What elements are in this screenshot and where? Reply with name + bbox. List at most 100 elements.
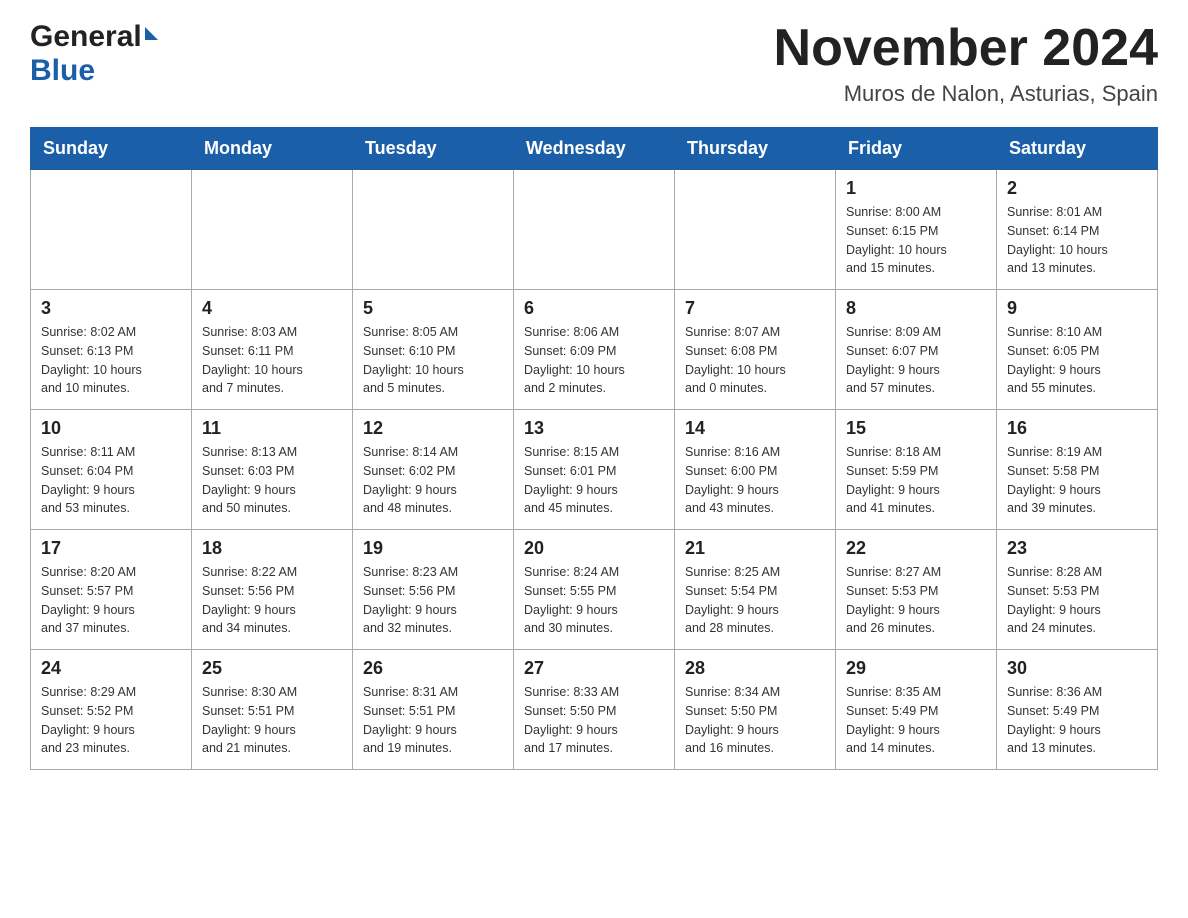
calendar-cell: 19 Sunrise: 8:23 AMSunset: 5:56 PMDayligh… [353,530,514,650]
day-number: 21 [685,538,825,559]
day-number: 20 [524,538,664,559]
weekday-header-row: SundayMondayTuesdayWednesdayThursdayFrid… [31,128,1158,170]
day-number: 8 [846,298,986,319]
logo: General Blue [30,20,158,88]
week-row-4: 17 Sunrise: 8:20 AMSunset: 5:57 PMDayligh… [31,530,1158,650]
calendar-cell: 29 Sunrise: 8:35 AMSunset: 5:49 PMDayligh… [836,650,997,770]
weekday-header-tuesday: Tuesday [353,128,514,170]
day-info: Sunrise: 8:28 AMSunset: 5:53 PMDaylight:… [1007,563,1147,638]
day-info: Sunrise: 8:23 AMSunset: 5:56 PMDaylight:… [363,563,503,638]
day-number: 9 [1007,298,1147,319]
weekday-header-wednesday: Wednesday [514,128,675,170]
day-info: Sunrise: 8:35 AMSunset: 5:49 PMDaylight:… [846,683,986,758]
calendar-cell: 24 Sunrise: 8:29 AMSunset: 5:52 PMDayligh… [31,650,192,770]
day-info: Sunrise: 8:13 AMSunset: 6:03 PMDaylight:… [202,443,342,518]
day-number: 3 [41,298,181,319]
location-text: Muros de Nalon, Asturias, Spain [774,81,1158,107]
calendar-cell: 14 Sunrise: 8:16 AMSunset: 6:00 PMDayligh… [675,410,836,530]
day-number: 6 [524,298,664,319]
day-info: Sunrise: 8:06 AMSunset: 6:09 PMDaylight:… [524,323,664,398]
day-info: Sunrise: 8:16 AMSunset: 6:00 PMDaylight:… [685,443,825,518]
calendar-cell: 7Sunrise: 8:07 AMSunset: 6:08 PMDaylight… [675,290,836,410]
calendar-cell: 30 Sunrise: 8:36 AMSunset: 5:49 PMDayligh… [997,650,1158,770]
day-number: 25 [202,658,342,679]
calendar-cell: 23 Sunrise: 8:28 AMSunset: 5:53 PMDayligh… [997,530,1158,650]
day-number: 11 [202,418,342,439]
day-info: Sunrise: 8:20 AMSunset: 5:57 PMDaylight:… [41,563,181,638]
week-row-1: 1 Sunrise: 8:00 AMSunset: 6:15 PMDaylight… [31,170,1158,290]
header: General Blue November 2024 Muros de Nalo… [30,20,1158,107]
calendar-cell: 27 Sunrise: 8:33 AMSunset: 5:50 PMDayligh… [514,650,675,770]
day-number: 27 [524,658,664,679]
month-title: November 2024 [774,20,1158,77]
day-info: Sunrise: 8:03 AMSunset: 6:11 PMDaylight:… [202,323,342,398]
day-info: Sunrise: 8:00 AMSunset: 6:15 PMDaylight:… [846,203,986,278]
calendar-cell: 22Sunrise: 8:27 AMSunset: 5:53 PMDayligh… [836,530,997,650]
calendar-table: SundayMondayTuesdayWednesdayThursdayFrid… [30,127,1158,770]
day-info: Sunrise: 8:25 AMSunset: 5:54 PMDaylight:… [685,563,825,638]
day-number: 4 [202,298,342,319]
calendar-cell [675,170,836,290]
calendar-cell [192,170,353,290]
calendar-cell [31,170,192,290]
day-number: 2 [1007,178,1147,199]
logo-arrow-icon [145,27,158,40]
day-info: Sunrise: 8:22 AMSunset: 5:56 PMDaylight:… [202,563,342,638]
day-number: 14 [685,418,825,439]
day-info: Sunrise: 8:09 AMSunset: 6:07 PMDaylight:… [846,323,986,398]
calendar-cell: 11 Sunrise: 8:13 AMSunset: 6:03 PMDayligh… [192,410,353,530]
week-row-2: 3Sunrise: 8:02 AMSunset: 6:13 PMDaylight… [31,290,1158,410]
calendar-cell: 10Sunrise: 8:11 AMSunset: 6:04 PMDayligh… [31,410,192,530]
calendar-cell: 12 Sunrise: 8:14 AMSunset: 6:02 PMDayligh… [353,410,514,530]
day-info: Sunrise: 8:18 AMSunset: 5:59 PMDaylight:… [846,443,986,518]
calendar-cell: 20 Sunrise: 8:24 AMSunset: 5:55 PMDayligh… [514,530,675,650]
calendar-cell: 21 Sunrise: 8:25 AMSunset: 5:54 PMDayligh… [675,530,836,650]
weekday-header-thursday: Thursday [675,128,836,170]
day-info: Sunrise: 8:34 AMSunset: 5:50 PMDaylight:… [685,683,825,758]
day-number: 1 [846,178,986,199]
day-info: Sunrise: 8:36 AMSunset: 5:49 PMDaylight:… [1007,683,1147,758]
day-number: 18 [202,538,342,559]
calendar-cell [514,170,675,290]
weekday-header-sunday: Sunday [31,128,192,170]
day-info: Sunrise: 8:07 AMSunset: 6:08 PMDaylight:… [685,323,825,398]
weekday-header-monday: Monday [192,128,353,170]
day-info: Sunrise: 8:01 AMSunset: 6:14 PMDaylight:… [1007,203,1147,278]
calendar-cell: 16Sunrise: 8:19 AMSunset: 5:58 PMDayligh… [997,410,1158,530]
day-number: 23 [1007,538,1147,559]
day-number: 19 [363,538,503,559]
calendar-cell: 17 Sunrise: 8:20 AMSunset: 5:57 PMDayligh… [31,530,192,650]
calendar-cell: 3Sunrise: 8:02 AMSunset: 6:13 PMDaylight… [31,290,192,410]
calendar-cell: 5 Sunrise: 8:05 AMSunset: 6:10 PMDaylight… [353,290,514,410]
day-number: 22 [846,538,986,559]
day-info: Sunrise: 8:14 AMSunset: 6:02 PMDaylight:… [363,443,503,518]
day-number: 12 [363,418,503,439]
day-info: Sunrise: 8:33 AMSunset: 5:50 PMDaylight:… [524,683,664,758]
day-number: 30 [1007,658,1147,679]
week-row-5: 24 Sunrise: 8:29 AMSunset: 5:52 PMDayligh… [31,650,1158,770]
title-area: November 2024 Muros de Nalon, Asturias, … [774,20,1158,107]
day-number: 24 [41,658,181,679]
calendar-cell: 26Sunrise: 8:31 AMSunset: 5:51 PMDayligh… [353,650,514,770]
calendar-cell: 18 Sunrise: 8:22 AMSunset: 5:56 PMDayligh… [192,530,353,650]
day-info: Sunrise: 8:19 AMSunset: 5:58 PMDaylight:… [1007,443,1147,518]
day-number: 28 [685,658,825,679]
day-info: Sunrise: 8:30 AMSunset: 5:51 PMDaylight:… [202,683,342,758]
day-number: 5 [363,298,503,319]
day-number: 29 [846,658,986,679]
day-info: Sunrise: 8:15 AMSunset: 6:01 PMDaylight:… [524,443,664,518]
day-number: 13 [524,418,664,439]
logo-blue-text: Blue [30,54,95,87]
day-info: Sunrise: 8:31 AMSunset: 5:51 PMDaylight:… [363,683,503,758]
weekday-header-saturday: Saturday [997,128,1158,170]
day-info: Sunrise: 8:05 AMSunset: 6:10 PMDaylight:… [363,323,503,398]
calendar-cell: 6 Sunrise: 8:06 AMSunset: 6:09 PMDaylight… [514,290,675,410]
calendar-cell: 9Sunrise: 8:10 AMSunset: 6:05 PMDaylight… [997,290,1158,410]
calendar-cell: 28 Sunrise: 8:34 AMSunset: 5:50 PMDayligh… [675,650,836,770]
day-info: Sunrise: 8:24 AMSunset: 5:55 PMDaylight:… [524,563,664,638]
day-number: 15 [846,418,986,439]
day-info: Sunrise: 8:29 AMSunset: 5:52 PMDaylight:… [41,683,181,758]
calendar-cell [353,170,514,290]
calendar-cell: 13 Sunrise: 8:15 AMSunset: 6:01 PMDayligh… [514,410,675,530]
day-number: 17 [41,538,181,559]
